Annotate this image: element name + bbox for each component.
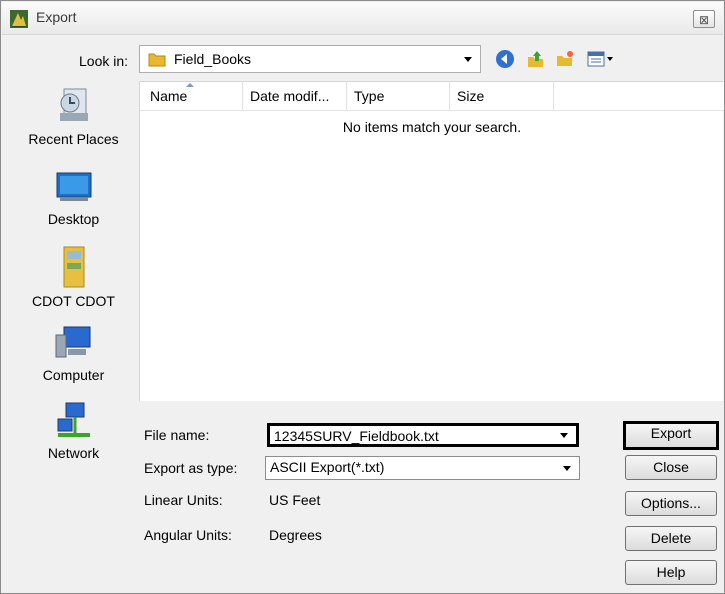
places-bar: Recent Places Desktop CDOT CDOT Computer… bbox=[11, 79, 136, 589]
up-folder-icon[interactable] bbox=[525, 49, 545, 69]
column-name[interactable]: Name bbox=[150, 88, 187, 104]
column-divider[interactable] bbox=[449, 82, 450, 110]
export-type-value: ASCII Export(*.txt) bbox=[270, 459, 385, 475]
file-name-input[interactable]: 12345SURV_Fieldbook.txt bbox=[267, 423, 579, 447]
column-divider[interactable] bbox=[553, 82, 554, 110]
export-dialog: Export ⊠ Look in: Field_Books Recent Pla… bbox=[0, 0, 725, 594]
linear-units-value: US Feet bbox=[269, 492, 321, 508]
chevron-down-icon[interactable] bbox=[560, 433, 568, 438]
angular-units-value: Degrees bbox=[269, 527, 322, 543]
place-label: Computer bbox=[42, 367, 105, 383]
options-button[interactable]: Options... bbox=[625, 491, 717, 516]
back-icon[interactable] bbox=[495, 49, 515, 69]
column-type[interactable]: Type bbox=[354, 88, 384, 104]
sort-up-icon bbox=[186, 83, 194, 87]
file-list-header: Name Date modif... Type Size bbox=[140, 82, 724, 111]
column-date-modified[interactable]: Date modif... bbox=[250, 88, 329, 104]
look-in-value: Field_Books bbox=[174, 51, 252, 67]
file-name-label: File name: bbox=[144, 427, 210, 443]
chevron-down-icon bbox=[563, 466, 571, 471]
place-desktop[interactable]: Desktop bbox=[11, 167, 136, 227]
look-in-label: Look in: bbox=[79, 53, 129, 69]
export-type-label: Export as type: bbox=[144, 460, 238, 476]
export-options-panel: File name: 12345SURV_Fieldbook.txt Expor… bbox=[139, 403, 723, 589]
empty-list-message: No items match your search. bbox=[342, 119, 522, 135]
window-title: Export bbox=[36, 9, 77, 25]
place-user-folder[interactable]: CDOT CDOT bbox=[11, 245, 136, 309]
place-recent-places[interactable]: Recent Places bbox=[11, 85, 136, 147]
place-label: Network bbox=[47, 445, 100, 461]
angular-units-label: Angular Units: bbox=[144, 527, 232, 543]
app-icon bbox=[10, 10, 28, 28]
place-label: Desktop bbox=[47, 211, 100, 227]
close-window-button[interactable]: ⊠ bbox=[693, 10, 715, 28]
column-divider[interactable] bbox=[346, 82, 347, 110]
linear-units-label: Linear Units: bbox=[144, 492, 223, 508]
file-list[interactable]: Name Date modif... Type Size No items ma… bbox=[139, 81, 724, 401]
export-type-dropdown[interactable]: ASCII Export(*.txt) bbox=[265, 456, 580, 480]
column-divider[interactable] bbox=[242, 82, 243, 110]
place-network[interactable]: Network bbox=[11, 401, 136, 461]
close-button[interactable]: Close bbox=[625, 455, 717, 480]
file-name-value: 12345SURV_Fieldbook.txt bbox=[274, 428, 439, 444]
computer-icon bbox=[55, 326, 90, 358]
place-label: Recent Places bbox=[28, 131, 119, 147]
user-folder-icon bbox=[63, 246, 84, 288]
delete-button[interactable]: Delete bbox=[625, 526, 717, 551]
help-button[interactable]: Help bbox=[625, 560, 717, 585]
title-bar[interactable]: Export ⊠ bbox=[2, 2, 723, 35]
place-computer[interactable]: Computer bbox=[11, 323, 136, 383]
export-button[interactable]: Export bbox=[623, 421, 719, 450]
place-label: CDOT CDOT bbox=[32, 293, 115, 309]
view-menu-icon[interactable] bbox=[587, 49, 617, 69]
close-icon: ⊠ bbox=[698, 13, 710, 27]
new-folder-icon[interactable] bbox=[555, 49, 575, 69]
folder-icon bbox=[148, 53, 166, 67]
desktop-icon bbox=[56, 172, 91, 201]
recent-places-icon bbox=[59, 88, 88, 121]
network-icon bbox=[57, 402, 90, 437]
chevron-down-icon bbox=[464, 57, 472, 62]
column-size[interactable]: Size bbox=[457, 88, 484, 104]
look-in-dropdown[interactable]: Field_Books bbox=[139, 45, 481, 73]
